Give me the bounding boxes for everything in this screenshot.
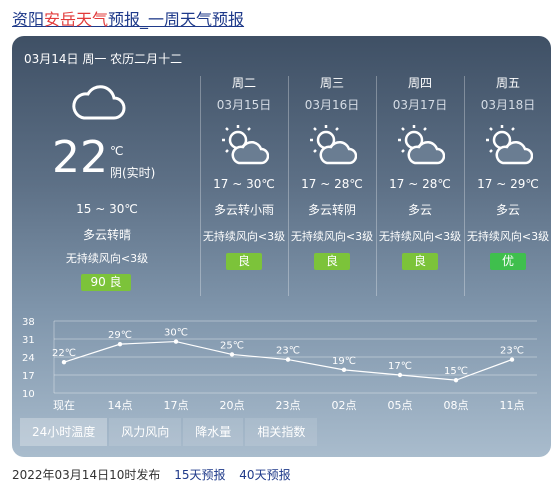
forecast-weekday: 周三 — [319, 76, 344, 90]
link-15day[interactable]: 15天预报 — [174, 468, 225, 482]
forecast-weather: 多云 — [407, 203, 432, 217]
forecast-temp: 17 ~ 28℃ — [389, 177, 451, 191]
tab-precipitation[interactable]: 降水量 — [183, 418, 244, 446]
partly-cloudy-icon — [486, 125, 533, 165]
link-40day[interactable]: 40天预报 — [239, 468, 290, 482]
partly-cloudy-icon — [310, 125, 357, 165]
data-label: 15℃ — [444, 366, 468, 377]
publish-time: 2022年03月14日10时发布 — [12, 468, 161, 482]
page-title[interactable]: 资阳安岳天气预报_一周天气预报 — [12, 6, 244, 30]
current-condition: 阴(实时) — [110, 166, 156, 180]
data-label: 25℃ — [220, 340, 244, 351]
data-point — [61, 359, 67, 365]
temperature-chart: 38 31 24 17 10 22℃ 现在 29℃ 14点 30℃ 17点 25℃ 20点 23℃ 23点 1… — [22, 317, 537, 412]
forecast-day: 周五 03月18日 17 ~ 29℃ 多云无持续风向<3级优 — [464, 76, 551, 296]
forecast-date: 03月15日 — [216, 98, 272, 112]
x-tick-label: 02点 — [332, 399, 357, 412]
today-range: 15 ~ 30℃ — [76, 202, 138, 216]
data-point — [341, 367, 347, 373]
weather-card: 03月14日 周一 农历二月十二 22 ℃ 阴(实时) 15 ~ 30℃ 多云转… — [12, 36, 551, 457]
y-tick-label: 31 — [22, 335, 35, 346]
data-label: 23℃ — [276, 346, 300, 357]
forecast-weekday: 周四 — [407, 76, 432, 90]
x-tick-label: 05点 — [388, 399, 413, 412]
forecast-date: 03月17日 — [392, 98, 448, 112]
x-tick-label: 08点 — [444, 399, 469, 412]
column-divider — [464, 76, 465, 296]
data-point — [173, 339, 179, 344]
column-divider — [376, 76, 377, 296]
x-tick-label: 11点 — [500, 399, 525, 412]
cloud-icon — [72, 85, 126, 120]
forecast-wind: 无持续风向<3级 — [466, 230, 550, 243]
forecast-weather: 多云转小雨 — [213, 203, 274, 217]
y-tick-label: 24 — [22, 353, 35, 364]
tab-wind[interactable]: 风力风向 — [109, 418, 182, 446]
partly-cloudy-icon — [398, 125, 445, 165]
data-label: 22℃ — [52, 348, 76, 359]
today-weather: 多云转晴 — [82, 228, 131, 242]
y-tick-label: 10 — [22, 389, 35, 400]
tab-indices[interactable]: 相关指数 — [245, 418, 318, 446]
data-label: 30℃ — [164, 328, 188, 339]
y-tick-label: 38 — [22, 317, 35, 328]
forecast-date: 03月16日 — [304, 98, 360, 112]
y-tick-label: 17 — [22, 371, 35, 382]
footer: 2022年03月14日10时发布 15天预报 40天预报 — [12, 466, 291, 483]
forecast-aqi-badge[interactable]: 良 — [402, 253, 438, 270]
x-tick-label: 23点 — [276, 399, 301, 412]
forecast-temp: 17 ~ 28℃ — [301, 177, 363, 191]
today-date: 03月14日 周一 农历二月十二 — [24, 52, 183, 66]
data-point — [453, 377, 459, 383]
forecast-wind: 无持续风向<3级 — [378, 230, 462, 243]
data-point — [117, 341, 123, 347]
title-location[interactable]: 安岳天气 — [44, 10, 108, 29]
data-label: 23℃ — [500, 346, 524, 357]
data-point — [285, 357, 291, 362]
today-wind: 无持续风向<3级 — [65, 252, 149, 265]
forecast-day: 周二 03月15日 17 ~ 30℃ 多云转小雨无持续风向<3级良 — [200, 76, 288, 296]
current-temp: 22 — [52, 132, 108, 183]
x-tick-label: 20点 — [220, 399, 245, 412]
forecast-date: 03月18日 — [480, 98, 536, 112]
chart-tabs: 24小时温度 风力风向 降水量 相关指数 — [20, 418, 319, 446]
data-label: 29℃ — [108, 330, 132, 341]
temp-unit: ℃ — [110, 144, 124, 158]
forecast-weather: 多云 — [495, 203, 520, 217]
today-aqi-badge[interactable]: 90 良 — [81, 274, 131, 291]
tab-24h-temp[interactable]: 24小时温度 — [20, 418, 108, 446]
forecast-temp: 17 ~ 30℃ — [213, 177, 275, 191]
data-label: 17℃ — [388, 361, 412, 372]
forecast-weather: 多云转阴 — [307, 203, 356, 217]
column-divider — [200, 76, 201, 296]
data-point — [397, 372, 403, 378]
forecast-aqi-badge[interactable]: 优 — [490, 253, 526, 270]
forecast-weekday: 周五 — [495, 76, 520, 90]
forecast-weekday: 周二 — [231, 76, 256, 90]
column-divider — [288, 76, 289, 296]
forecast-day: 周四 03月17日 17 ~ 28℃ 多云无持续风向<3级良 — [376, 76, 464, 296]
data-point — [229, 352, 235, 357]
title-suffix[interactable]: 预报_一周天气预报 — [108, 10, 244, 29]
title-city[interactable]: 资阳 — [12, 10, 44, 29]
data-label: 19℃ — [332, 356, 356, 367]
partly-cloudy-icon — [222, 125, 269, 165]
forecast-aqi-badge[interactable]: 良 — [226, 253, 262, 270]
x-tick-label: 现在 — [53, 399, 75, 412]
forecast-aqi-badge[interactable]: 良 — [314, 253, 350, 270]
x-tick-label: 17点 — [164, 399, 189, 412]
forecast-temp: 17 ~ 29℃ — [477, 177, 539, 191]
forecast-wind: 无持续风向<3级 — [290, 230, 374, 243]
forecast-wind: 无持续风向<3级 — [202, 230, 286, 243]
data-point — [509, 357, 515, 362]
forecast-day: 周三 03月16日 17 ~ 28℃ 多云转阴无持续风向<3级良 — [288, 76, 376, 296]
x-tick-label: 14点 — [108, 399, 133, 412]
